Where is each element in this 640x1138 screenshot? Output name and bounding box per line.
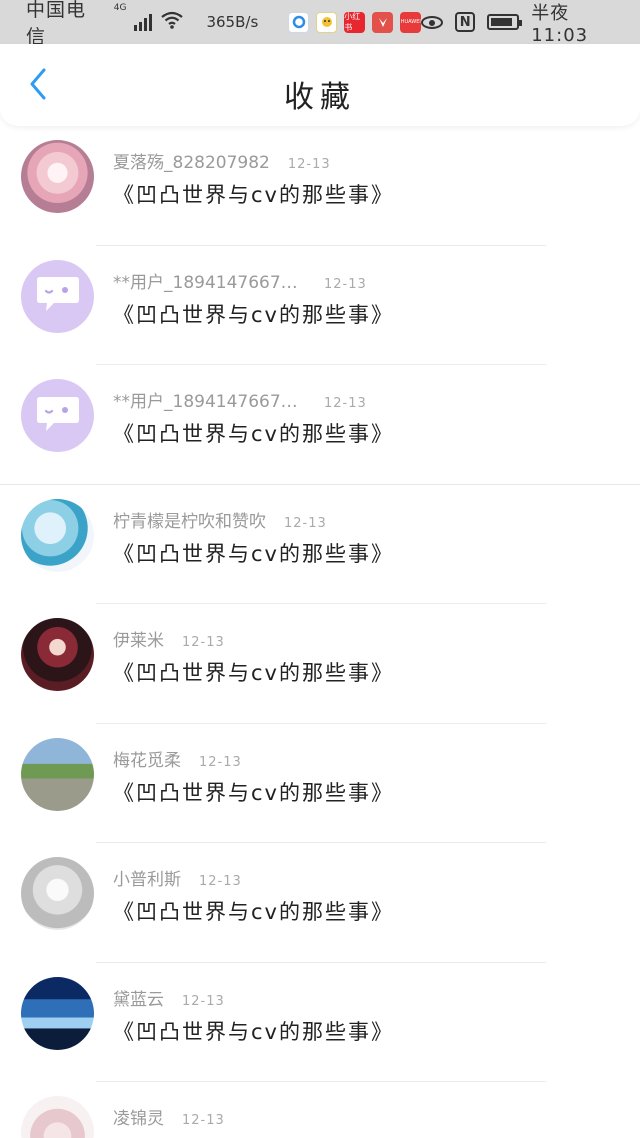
- avatar[interactable]: [21, 379, 94, 452]
- eye-comfort-icon: [421, 15, 444, 29]
- baidu-icon: [316, 11, 338, 33]
- avatar[interactable]: [21, 976, 94, 1050]
- user-name[interactable]: 小普利斯: [113, 865, 181, 890]
- avatar[interactable]: [21, 1096, 94, 1138]
- list-item[interactable]: 黛蓝云 12-13 《凹凸世界与cv的那些事》: [0, 963, 640, 1082]
- network-label: 4G: [113, 3, 127, 13]
- user-name[interactable]: 夏落殇_828207982: [113, 148, 270, 173]
- status-bar: 中国电信 4G 365B/s 小红书 HUAWEI N 半夜11:03: [0, 0, 640, 48]
- user-name[interactable]: 梅花觅柔: [113, 746, 181, 771]
- item-title: 《凹凸世界与cv的那些事》: [113, 1019, 394, 1044]
- list-item[interactable]: 伊莱米 12-13 《凹凸世界与cv的那些事》: [0, 604, 640, 724]
- item-title: 《凹凸世界与cv的那些事》: [113, 541, 394, 566]
- item-title: 《凹凸世界与cv的那些事》: [113, 900, 394, 924]
- qq-browser-icon: [288, 11, 310, 33]
- carrier-label: 中国电信: [26, 0, 87, 48]
- list-item[interactable]: 柠青檬是柠吹和赞吹 12-13 《凹凸世界与cv的那些事》: [0, 485, 640, 604]
- user-name[interactable]: 凌锦灵: [113, 1104, 164, 1129]
- xiaohongshu-icon: 小红书: [344, 11, 366, 33]
- user-name[interactable]: 柠青檬是柠吹和赞吹: [113, 507, 266, 532]
- network-speed: 365B/s: [206, 13, 259, 31]
- item-title: 《凹凸世界与cv的那些事》: [113, 422, 394, 446]
- user-name[interactable]: 黛蓝云: [113, 985, 164, 1010]
- item-title: 《凹凸世界与cv的那些事》: [113, 780, 394, 805]
- item-title: 《凹凸世界与cv的那些事》: [113, 183, 394, 207]
- nav-bar: 收藏: [0, 44, 640, 126]
- user-name[interactable]: **用户_18941476677…: [113, 268, 298, 293]
- item-date: 12-13: [324, 276, 367, 292]
- huawei-app-icon: HUAWEI: [400, 11, 422, 33]
- avatar[interactable]: [21, 618, 94, 691]
- user-name[interactable]: 伊莱米: [113, 626, 164, 651]
- clock: 半夜11:03: [531, 2, 589, 46]
- battery-icon: [487, 14, 523, 30]
- item-date: 12-13: [199, 874, 242, 889]
- item-title: 《凹凸世界与cv的那些事》: [113, 661, 394, 685]
- item-title: 《凹凸世界与cv的那些事》: [113, 302, 394, 327]
- list-item[interactable]: **用户_18941476677… 12-13 《凹凸世界与cv的那些事》: [0, 246, 640, 365]
- user-name[interactable]: **用户_18941476677…: [113, 387, 298, 412]
- avatar[interactable]: [21, 259, 94, 333]
- item-date: 12-13: [182, 1113, 225, 1128]
- chat-bubble-icon: [34, 273, 82, 319]
- avatar[interactable]: [21, 140, 94, 213]
- list-item[interactable]: 小普利斯 12-13 《凹凸世界与cv的那些事》: [0, 843, 640, 963]
- list-item[interactable]: **用户_18941476677… 12-13 《凹凸世界与cv的那些事》: [0, 365, 640, 485]
- item-date: 12-13: [182, 993, 225, 1009]
- avatar[interactable]: [21, 857, 94, 930]
- item-date: 12-13: [287, 157, 331, 172]
- item-date: 12-13: [284, 515, 327, 531]
- page-title: 收藏: [284, 80, 356, 115]
- avatar[interactable]: [21, 737, 94, 811]
- signal-icon: [134, 13, 153, 31]
- huawei-icon: [372, 11, 394, 33]
- favorites-list: 夏落殇_828207982 12-13 《凹凸世界与cv的那些事》 **用户_18…: [0, 126, 640, 1138]
- list-item[interactable]: 凌锦灵 12-13: [0, 1082, 640, 1138]
- list-item[interactable]: 夏落殇_828207982 12-13 《凹凸世界与cv的那些事》: [0, 126, 640, 246]
- nfc-icon: N: [455, 12, 476, 32]
- item-date: 12-13: [182, 635, 225, 650]
- avatar[interactable]: [21, 498, 94, 572]
- chat-bubble-icon: [34, 393, 82, 439]
- wifi-icon: [160, 11, 184, 34]
- item-date: 12-13: [199, 754, 242, 770]
- list-item[interactable]: 梅花觅柔 12-13 《凹凸世界与cv的那些事》: [0, 724, 640, 843]
- item-date: 12-13: [324, 396, 367, 411]
